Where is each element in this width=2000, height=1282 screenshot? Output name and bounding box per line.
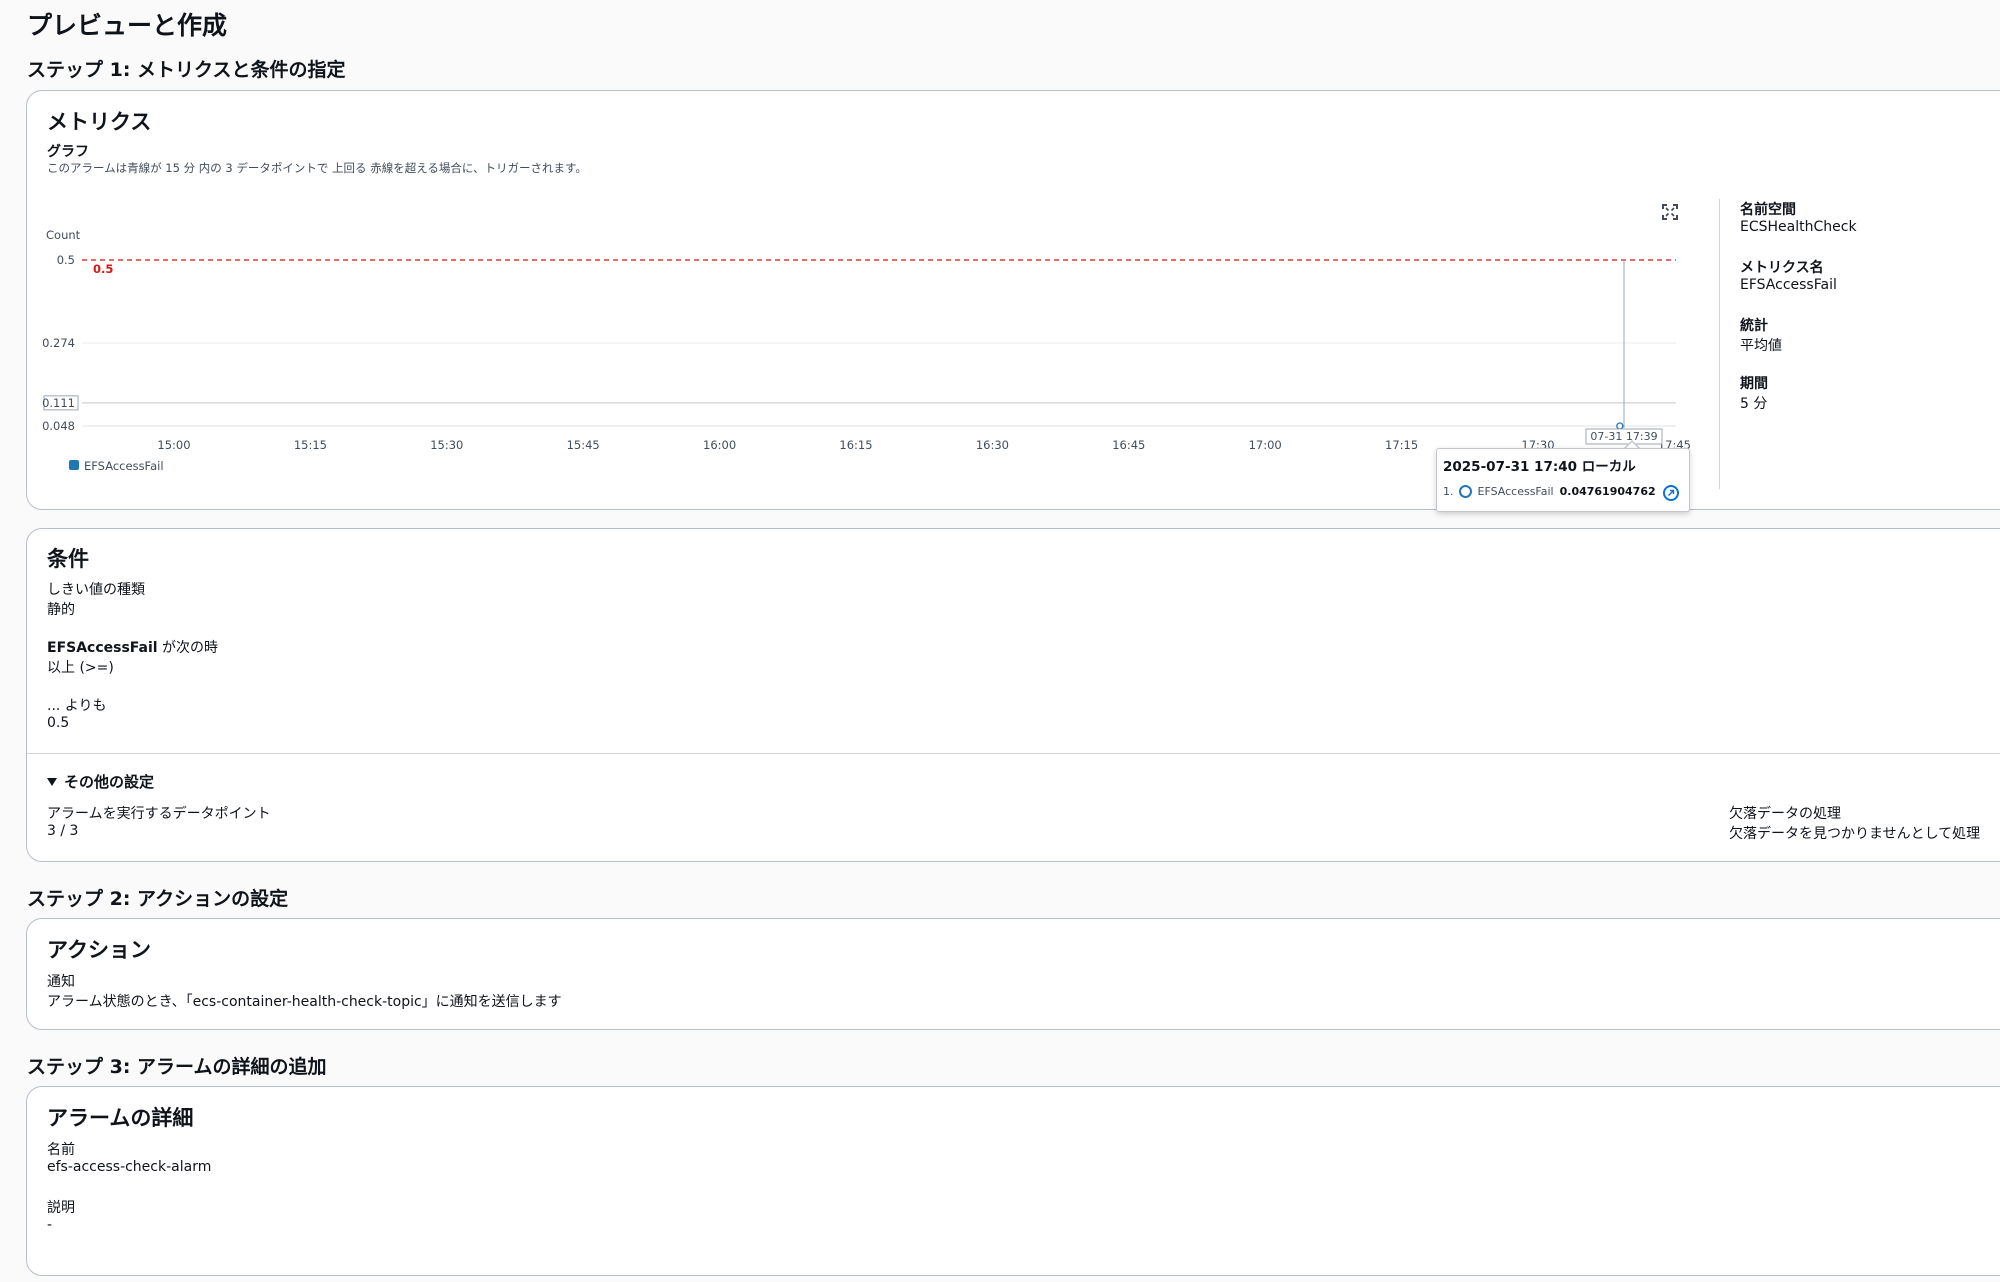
statistic-value: 平均値 xyxy=(1740,338,1782,354)
y-axis-label: Count xyxy=(46,228,81,242)
x-tick-label: 17:00 xyxy=(1249,438,1282,452)
step3-title: ステップ 3: アラームの詳細の追加 xyxy=(27,1056,327,1078)
legend-swatch xyxy=(69,460,79,470)
step1-title: ステップ 1: メトリクスと条件の指定 xyxy=(27,59,346,81)
tooltip-series-name: EFSAccessFail xyxy=(1477,485,1554,498)
notification-label: 通知 xyxy=(47,974,75,990)
gridlines xyxy=(82,342,1676,427)
legend-series-name: EFSAccessFail xyxy=(84,459,164,473)
action-card: アクション 通知 アラーム状態のとき、「ecs-container-health… xyxy=(26,918,2000,1030)
y-tick-label: 0.048 xyxy=(42,419,75,433)
x-tick-label: 15:45 xyxy=(567,438,600,452)
period-value: 5 分 xyxy=(1740,396,1768,412)
x-tick-label: 16:00 xyxy=(703,438,736,452)
threshold-type-value: 静的 xyxy=(47,602,75,618)
alarm-details-card-title: アラームの詳細 xyxy=(47,1106,194,1130)
chart-tooltip: 2025-07-31 17:40 ローカル 1. EFSAccessFail 0… xyxy=(1436,448,1690,512)
alarm-description-label: 説明 xyxy=(47,1200,75,1216)
statistic-label: 統計 xyxy=(1740,318,1768,334)
y-tick-label: 0.111 xyxy=(42,396,75,410)
alarm-description-value: - xyxy=(47,1217,53,1233)
x-tick-label: 16:30 xyxy=(976,438,1009,452)
y-axis-ticks: 0.5 0.274 0.111 0.048 xyxy=(42,253,79,433)
tooltip-index: 1. xyxy=(1443,485,1454,498)
namespace-value: ECSHealthCheck xyxy=(1740,219,1857,235)
series-point[interactable] xyxy=(1616,422,1624,430)
operator-value: 以上 (>=) xyxy=(47,660,114,676)
operator-metric-name: EFSAccessFail xyxy=(47,640,158,656)
x-tick-label: 15:15 xyxy=(294,438,327,452)
threshold-label: 0.5 xyxy=(93,262,113,276)
than-value: 0.5 xyxy=(47,715,70,731)
graph-description: このアラームは青線が 15 分 内の 3 データポイントで 上回る 赤線を超える… xyxy=(47,161,587,175)
x-tick-label: 16:45 xyxy=(1112,438,1145,452)
x-tick-label: 16:15 xyxy=(839,438,872,452)
alarm-name-value: efs-access-check-alarm xyxy=(47,1159,212,1175)
condition-card-title: 条件 xyxy=(47,547,89,571)
caret-down-icon xyxy=(47,777,57,786)
graph-label: グラフ xyxy=(47,144,89,160)
tooltip-value: 0.04761904762 xyxy=(1559,485,1656,498)
condition-divider xyxy=(27,753,2000,754)
page-title: プレビューと作成 xyxy=(27,11,228,40)
expand-graph-button[interactable] xyxy=(1661,203,1679,221)
graph-details-divider xyxy=(1719,199,1720,489)
period-label: 期間 xyxy=(1740,376,1768,392)
expand-icon xyxy=(1662,204,1678,220)
operator-when-suffix: が次の時 xyxy=(157,640,219,656)
missing-data-label: 欠落データの処理 xyxy=(1729,806,1841,822)
tooltip-link-icon[interactable] xyxy=(1663,485,1679,501)
datapoints-label: アラームを実行するデータポイント xyxy=(47,806,271,822)
operator-label: EFSAccessFail が次の時 xyxy=(47,637,218,657)
legend[interactable]: EFSAccessFail xyxy=(69,459,164,473)
tooltip-title: 2025-07-31 17:40 ローカル xyxy=(1443,459,1636,475)
notification-value: アラーム状態のとき、「ecs-container-health-check-to… xyxy=(47,994,562,1010)
metrics-chart: Count 0.5 0.274 0.111 0.048 15:00 15:15 15:30… xyxy=(42,228,1691,473)
alarm-details-card: アラームの詳細 名前 efs-access-check-alarm 説明 - xyxy=(26,1086,2000,1276)
other-settings-toggle[interactable]: その他の設定 xyxy=(47,771,154,792)
y-tick-label: 0.5 xyxy=(57,253,75,267)
alarm-name-label: 名前 xyxy=(47,1142,75,1158)
series-points xyxy=(1616,422,1624,430)
metric-name-value: EFSAccessFail xyxy=(1740,277,1837,293)
metrics-card-title: メトリクス xyxy=(47,110,152,134)
tooltip-row: 1. EFSAccessFail 0.04761904762 xyxy=(1443,485,1656,498)
other-settings-label: その他の設定 xyxy=(64,773,155,791)
step2-title: ステップ 2: アクションの設定 xyxy=(27,888,289,910)
missing-data-value: 欠落データを見つかりませんとして処理 xyxy=(1729,826,1981,842)
threshold-type-label: しきい値の種類 xyxy=(47,582,145,598)
x-tick-label: 17:15 xyxy=(1385,438,1418,452)
y-tick-label: 0.274 xyxy=(42,336,75,350)
condition-card: 条件 しきい値の種類 静的 EFSAccessFail が次の時 以上 (>=)… xyxy=(26,528,2000,862)
namespace-label: 名前空間 xyxy=(1740,202,1796,218)
metric-name-label: メトリクス名 xyxy=(1740,260,1824,276)
datapoints-value: 3 / 3 xyxy=(47,823,79,839)
x-tick-label: 15:00 xyxy=(157,438,190,452)
than-label: ... よりも xyxy=(47,698,107,714)
tooltip-circle-icon xyxy=(1458,485,1472,498)
x-tick-label: 15:30 xyxy=(430,438,463,452)
action-card-title: アクション xyxy=(47,938,151,962)
